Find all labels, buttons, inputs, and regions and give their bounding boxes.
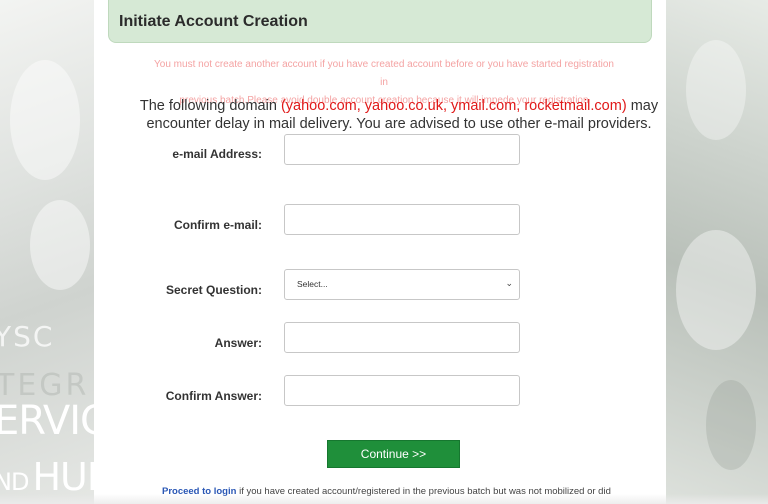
registration-panel: Initiate Account Creation You must not c…: [94, 0, 666, 504]
email-field[interactable]: [284, 134, 520, 165]
background-blob: [676, 230, 756, 350]
confirm-email-label: Confirm e-mail:: [173, 218, 262, 232]
form-header: Initiate Account Creation: [108, 0, 652, 43]
confirm-email-field[interactable]: [284, 204, 520, 235]
domain-note-prefix: The following domain: [139, 98, 277, 114]
background-blob: [706, 380, 756, 470]
watermark-service: ERVICE: [0, 398, 94, 444]
warning-line-1: You must not create another account if y…: [154, 59, 614, 88]
secret-question-select[interactable]: Select... ⌄: [284, 269, 520, 300]
email-label: e-mail Address:: [172, 147, 262, 161]
background-left: YSC TEGR ERVICE NDHUM: [0, 0, 94, 504]
watermark-and: ND: [0, 468, 29, 496]
confirm-answer-field[interactable]: [284, 375, 520, 406]
domain-list: (yahoo.com, yahoo.co.uk, ymail.com, rock…: [280, 98, 627, 114]
answer-field[interactable]: [284, 322, 520, 353]
background-blob: [10, 60, 80, 180]
background-blob: [686, 40, 746, 140]
watermark-hum: HUM: [32, 455, 94, 499]
chevron-down-icon: ⌄: [505, 278, 513, 288]
secret-question-label: Secret Question:: [165, 283, 262, 297]
background-right: [666, 0, 768, 504]
bottom-fade: [0, 494, 768, 504]
form-title: Initiate Account Creation: [119, 13, 308, 30]
confirm-answer-label: Confirm Answer:: [165, 389, 262, 403]
secret-question-value: Select...: [297, 279, 328, 289]
continue-button[interactable]: Continue >>: [327, 440, 460, 468]
answer-label: Answer:: [214, 336, 262, 350]
watermark-nysc: YSC: [0, 320, 55, 353]
watermark-humanity: NDHUM: [0, 455, 94, 499]
domain-delay-note: The following domain (yahoo.com, yahoo.c…: [134, 97, 664, 133]
background-blob: [30, 200, 90, 290]
